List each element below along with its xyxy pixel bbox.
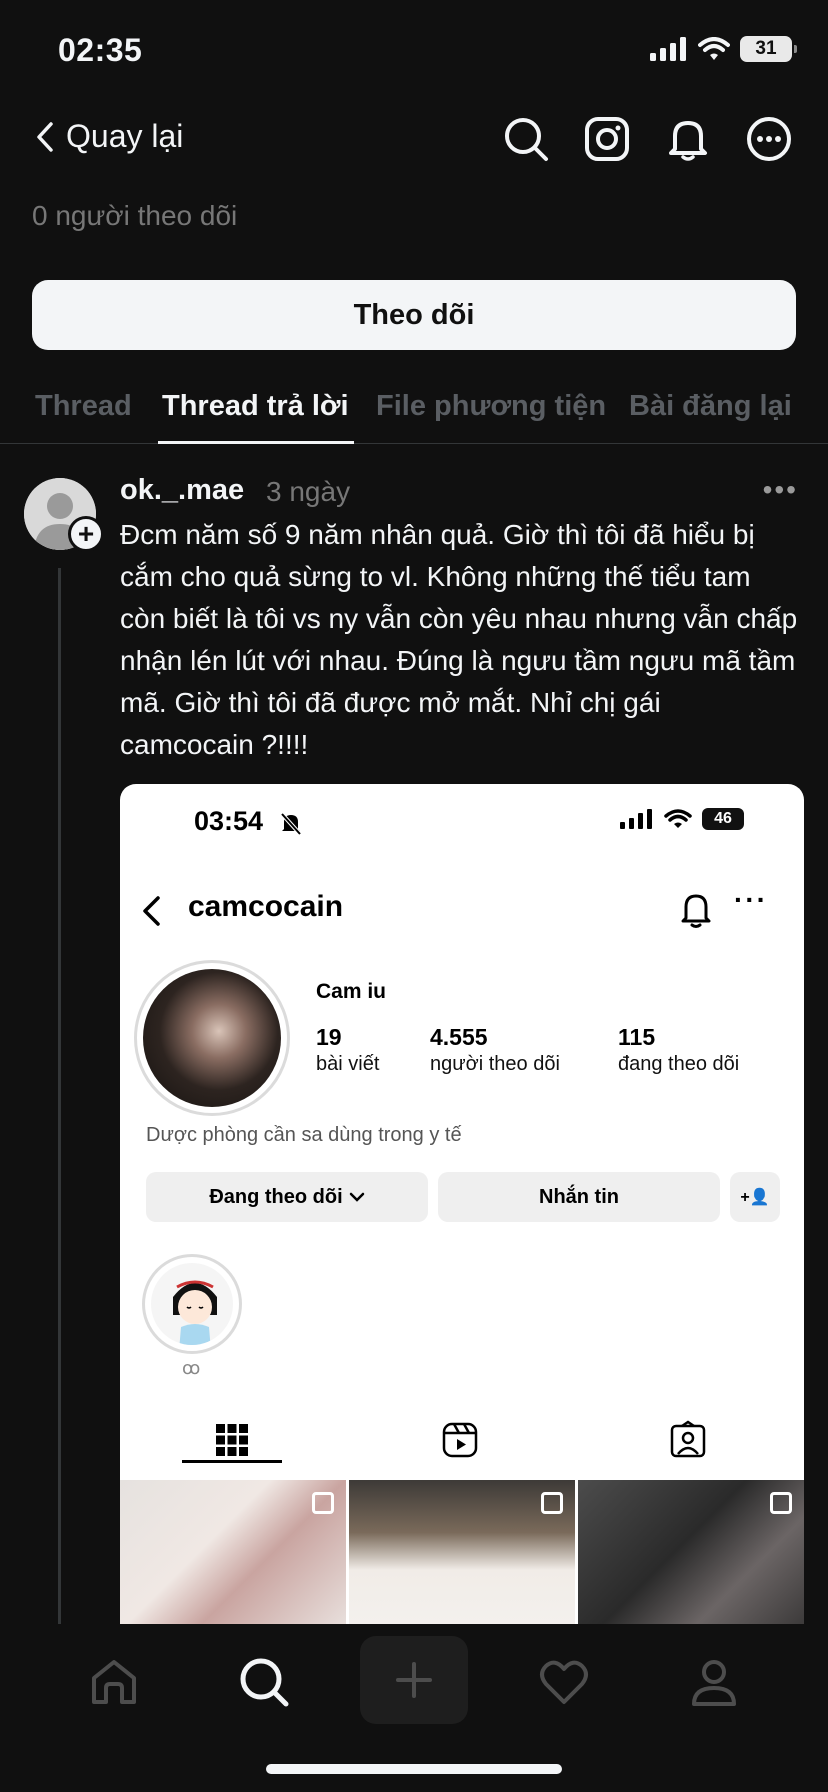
profile-icon[interactable] bbox=[686, 1654, 742, 1710]
status-bar: 02:35 31 bbox=[0, 0, 828, 100]
embed-content-tabs bbox=[120, 1414, 804, 1464]
embed-profile-avatar bbox=[134, 960, 290, 1116]
embed-photo bbox=[578, 1480, 804, 1624]
embed-highlight-label: ꝏ bbox=[182, 1358, 201, 1378]
back-button[interactable]: Quay lại bbox=[36, 118, 183, 155]
more-options-icon[interactable] bbox=[746, 116, 792, 162]
grid-icon bbox=[216, 1424, 248, 1456]
instagram-icon[interactable] bbox=[584, 116, 630, 162]
embed-battery: 46 bbox=[702, 808, 744, 830]
home-icon[interactable] bbox=[86, 1654, 142, 1710]
back-label: Quay lại bbox=[66, 118, 184, 154]
wifi-icon bbox=[698, 37, 730, 60]
signal-icon bbox=[620, 809, 652, 829]
embed-more-icon: ··· bbox=[734, 884, 768, 915]
bell-icon[interactable] bbox=[665, 116, 711, 162]
nav-actions bbox=[503, 116, 792, 162]
embed-stat-followers: 4.555 người theo dõi bbox=[430, 1024, 560, 1075]
embed-bell-icon bbox=[681, 894, 711, 928]
post-text: Đcm năm số 9 năm nhân quả. Giờ thì tôi đ… bbox=[120, 519, 798, 760]
embed-stat-following: 115 đang theo dõi bbox=[618, 1024, 740, 1075]
embed-photo-grid bbox=[120, 1480, 804, 1624]
embed-active-tab-indicator bbox=[182, 1460, 282, 1463]
embed-username: camcocain bbox=[188, 890, 344, 923]
signal-icon bbox=[650, 37, 686, 61]
tab-thread[interactable]: Thread bbox=[35, 390, 132, 423]
tab-thread-replies[interactable]: Thread trả lời bbox=[162, 390, 349, 423]
heart-icon[interactable] bbox=[536, 1654, 592, 1710]
embed-bio: Dược phòng cần sa dùng trong y tế bbox=[146, 1124, 462, 1146]
post-more-button[interactable]: ••• bbox=[763, 474, 798, 506]
tab-reposts[interactable]: Bài đăng lại bbox=[629, 390, 792, 423]
chevron-down-icon bbox=[349, 1192, 364, 1202]
create-post-button[interactable] bbox=[360, 1636, 468, 1724]
wifi-icon bbox=[664, 809, 692, 828]
embed-status-time: 03:54 bbox=[194, 806, 264, 836]
tagged-icon bbox=[670, 1420, 706, 1458]
embed-status-icons: 46 bbox=[620, 808, 744, 830]
followers-count[interactable]: 0 người theo dõi bbox=[32, 200, 237, 232]
battery-indicator: 31 bbox=[740, 36, 797, 62]
muted-bell-icon bbox=[280, 812, 302, 836]
follow-button[interactable]: Theo dõi bbox=[32, 280, 796, 350]
chevron-left-icon bbox=[37, 121, 53, 152]
embed-photo bbox=[349, 1480, 575, 1624]
reels-icon bbox=[442, 1422, 478, 1458]
embed-stat-posts: 19 bài viết bbox=[316, 1024, 380, 1075]
embed-display-name: Cam iu bbox=[316, 980, 387, 1003]
post-username[interactable]: ok._.mae bbox=[120, 474, 244, 507]
search-icon[interactable] bbox=[236, 1654, 292, 1710]
post-time: 3 ngày bbox=[266, 476, 351, 507]
embed-photo bbox=[120, 1480, 346, 1624]
profile-tabs: Thread Thread trả lời File phương tiện B… bbox=[0, 384, 828, 444]
embed-add-person-icon: +👤 bbox=[730, 1172, 780, 1222]
search-icon[interactable] bbox=[503, 116, 549, 162]
embed-story-highlight bbox=[142, 1254, 242, 1354]
embed-message-button: Nhắn tin bbox=[438, 1172, 720, 1222]
tab-media[interactable]: File phương tiện bbox=[376, 390, 606, 423]
embedded-screenshot[interactable]: 03:54 46 camcocain ··· Cam iu 19 bài viế… bbox=[120, 784, 804, 1624]
status-icons: 31 bbox=[650, 36, 797, 62]
home-indicator bbox=[266, 1764, 562, 1774]
top-nav: Quay lại bbox=[0, 110, 828, 170]
thread-line bbox=[58, 568, 61, 1628]
status-time: 02:35 bbox=[58, 32, 143, 68]
follow-plus-icon[interactable]: + bbox=[68, 516, 104, 552]
embed-back-icon bbox=[143, 896, 160, 926]
plus-icon bbox=[396, 1662, 432, 1698]
embed-following-button: Đang theo dõi bbox=[146, 1172, 428, 1222]
active-tab-indicator bbox=[158, 441, 354, 444]
